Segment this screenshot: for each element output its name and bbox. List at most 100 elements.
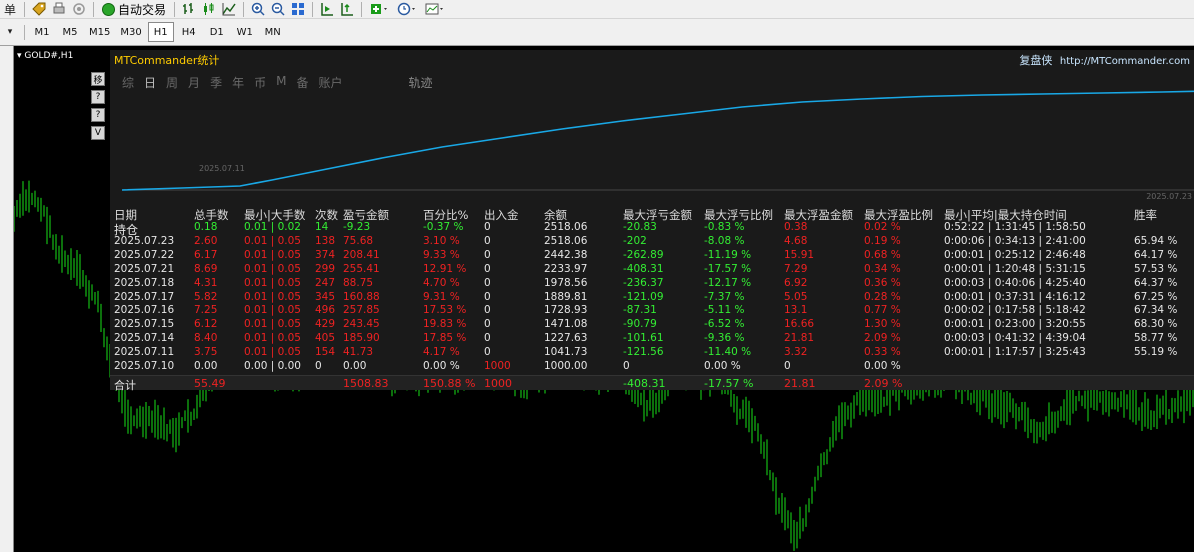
total-label: 合计 <box>114 379 136 392</box>
signal-icon[interactable] <box>69 1 89 18</box>
printer-icon[interactable] <box>49 1 69 18</box>
tab-timeframe-m30[interactable]: M30 <box>116 22 145 42</box>
total-max-float-loss-pct: -17.57 % <box>704 377 754 390</box>
table-row: 2025.07.17 5.82 0.01 | 0.05 345 160.88 9.31 %… <box>114 291 1194 304</box>
row-max-float-loss: -262.89 <box>623 248 664 261</box>
panel-brand: 复盘侠 http://MTCommander.com <box>1019 52 1190 68</box>
row-balance: 2518.06 <box>544 221 588 233</box>
toggle-button[interactable]: V <box>91 126 105 140</box>
menu-fragment[interactable]: 单 <box>0 1 20 18</box>
table-header: 日期 总手数 最小|大手数 次数 盈亏金额 百分比% 出入金 余额 最大浮亏金额… <box>114 207 1194 222</box>
row-max-float-profit-pct: 0.36 % <box>864 276 901 289</box>
total-pl: 1508.83 <box>343 377 389 390</box>
row-date: 2025.07.21 <box>114 262 175 275</box>
move-button[interactable]: 移 <box>91 72 105 86</box>
row-max-float-loss: -236.37 <box>623 276 664 289</box>
total-row: 合计 55.49 1508.83 150.88 % 1000 -408.31 -… <box>110 375 1194 392</box>
row-date: 2025.07.11 <box>114 346 175 359</box>
row-date: 2025.07.23 <box>114 234 175 247</box>
row-balance: 1000.00 <box>544 360 588 372</box>
row-winrate: 64.37 % <box>1134 276 1178 289</box>
row-max-float-loss-pct: -17.57 % <box>704 262 752 275</box>
row-date: 2025.07.22 <box>114 248 175 261</box>
bar-chart-icon[interactable] <box>179 1 199 18</box>
row-max-float-profit-pct: 0.00 % <box>864 360 901 372</box>
line-chart-icon[interactable] <box>219 1 239 18</box>
row-max-float-loss-pct: -7.37 % <box>704 290 745 303</box>
tab-quarter[interactable]: 季 <box>210 74 222 91</box>
tab-month[interactable]: 月 <box>188 74 200 91</box>
tab-timeframe-m5[interactable]: M5 <box>57 22 83 42</box>
brand-site[interactable]: http://MTCommander.com <box>1060 56 1190 67</box>
row-max-float-profit-pct: 0.77 % <box>864 304 901 317</box>
tab-summary[interactable]: 综 <box>122 74 134 91</box>
tab-timeframe-m1[interactable]: M1 <box>29 22 55 42</box>
row-max-float-profit-pct: 0.02 % <box>864 221 901 233</box>
tag-icon[interactable] <box>29 1 49 18</box>
autotrade-button[interactable]: 自动交易 <box>98 1 170 18</box>
zoom-in-icon[interactable] <box>248 1 268 18</box>
tab-timeframe-h4[interactable]: H4 <box>176 22 202 42</box>
template-icon[interactable] <box>422 1 450 18</box>
tab-year[interactable]: 年 <box>232 74 244 91</box>
dropdown-arrow-icon[interactable]: ▾ <box>0 24 20 41</box>
row-io: 0 <box>484 276 491 289</box>
row-max-float-profit-pct: 0.34 % <box>864 262 901 275</box>
row-count: 345 <box>315 290 336 303</box>
row-max-float-loss-pct: -0.83 % <box>704 221 745 233</box>
row-count: 247 <box>315 276 336 289</box>
row-balance: 1471.08 <box>544 318 588 331</box>
row-hold-time: 0:00:03 | 0:41:32 | 4:39:04 <box>944 332 1086 345</box>
tab-timeframe-h1[interactable]: H1 <box>147 22 174 42</box>
row-date: 2025.07.14 <box>114 332 175 345</box>
tab-currency[interactable]: 币 <box>254 74 266 91</box>
timeframe-toolbar: ▾ M1 M5 M15 M30 H1 H4 D1 W1 MN <box>0 19 1194 46</box>
tab-magic[interactable]: M <box>276 74 286 91</box>
row-minmax: 0.01 | 0.05 <box>244 248 301 261</box>
tile-windows-icon[interactable] <box>288 1 308 18</box>
row-max-float-loss: -121.56 <box>623 346 664 359</box>
autoscroll-icon[interactable] <box>337 1 357 18</box>
row-lots: 8.40 <box>194 332 218 345</box>
tab-timeframe-mn[interactable]: MN <box>260 22 286 42</box>
row-count: 138 <box>315 234 336 247</box>
row-max-float-profit: 21.81 <box>784 332 815 345</box>
row-max-float-loss-pct: -5.11 % <box>704 304 745 317</box>
row-balance: 2233.97 <box>544 262 588 275</box>
row-max-float-profit-pct: 0.33 % <box>864 346 901 359</box>
tab-day[interactable]: 日 <box>144 74 156 91</box>
tab-track[interactable]: 轨迹 <box>409 74 433 91</box>
tab-comment[interactable]: 备 <box>296 74 308 91</box>
row-max-float-loss: -121.09 <box>623 290 664 303</box>
toolbar-separator <box>24 1 25 17</box>
chart-shift-icon[interactable] <box>317 1 337 18</box>
row-pl: 0.00 <box>343 360 367 372</box>
autotrade-icon <box>102 2 115 16</box>
info-button[interactable]: ? <box>91 108 105 122</box>
table-row: 2025.07.22 6.17 0.01 | 0.05 374 208.41 9.33 %… <box>114 249 1194 262</box>
add-indicator-icon[interactable] <box>366 1 394 18</box>
tab-account[interactable]: 账户 <box>318 74 342 91</box>
tab-week[interactable]: 周 <box>166 74 178 91</box>
clock-icon[interactable] <box>394 1 422 18</box>
row-winrate: 65.94 % <box>1134 234 1178 247</box>
equity-curve-line <box>122 90 1194 191</box>
tab-timeframe-w1[interactable]: W1 <box>232 22 258 42</box>
row-balance: 1889.81 <box>544 290 588 303</box>
mtcommander-stats-panel: MTCommander统计 复盘侠 http://MTCommander.com… <box>110 50 1194 392</box>
toolbar-separator <box>24 24 25 40</box>
row-winrate: 55.19 % <box>1134 346 1178 359</box>
tab-timeframe-d1[interactable]: D1 <box>204 22 230 42</box>
row-date: 2025.07.17 <box>114 290 175 303</box>
row-max-float-profit: 16.66 <box>784 318 815 331</box>
help-button[interactable]: ? <box>91 90 105 104</box>
row-minmax: 0.01 | 0.05 <box>244 262 301 275</box>
row-count: 154 <box>315 346 336 359</box>
zoom-out-icon[interactable] <box>268 1 288 18</box>
tab-timeframe-m15[interactable]: M15 <box>85 22 114 42</box>
row-max-float-loss: -87.31 <box>623 304 657 317</box>
row-minmax: 0.01 | 0.05 <box>244 332 301 345</box>
candlestick-icon[interactable] <box>199 1 219 18</box>
row-date: 2025.07.18 <box>114 276 175 289</box>
row-hold-time: 0:00:01 | 0:23:00 | 3:20:55 <box>944 318 1086 331</box>
